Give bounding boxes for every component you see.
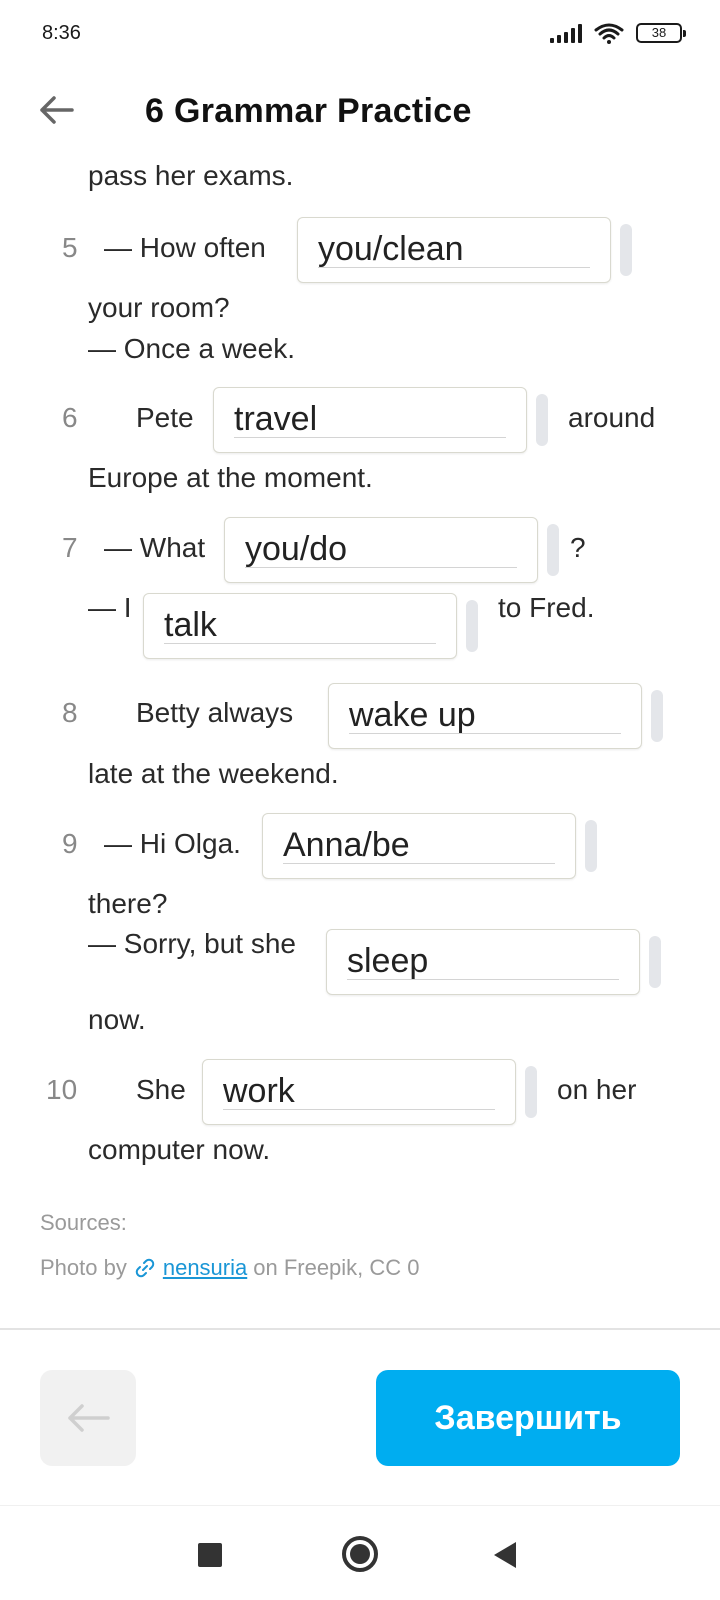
sources-prefix: Photo by — [40, 1255, 127, 1280]
drag-handle[interactable] — [585, 820, 597, 872]
status-icons: 38 — [550, 22, 686, 44]
status-time: 8:36 — [42, 22, 81, 44]
text-line: — What — [104, 532, 206, 563]
answer-value: travel — [234, 400, 318, 438]
text-line: Europe at the moment. — [88, 462, 373, 493]
answer-value: talk — [164, 606, 217, 644]
sources-suffix: on Freepik, CC 0 — [253, 1255, 420, 1280]
answer-field[interactable]: work — [202, 1059, 516, 1125]
text-line: Pete — [136, 402, 194, 433]
item-number: 7 — [62, 532, 78, 563]
system-nav-bar — [0, 1505, 720, 1600]
text-line: ? — [570, 532, 586, 563]
nav-back-icon[interactable] — [494, 1542, 516, 1568]
recent-apps-icon[interactable] — [198, 1543, 222, 1567]
home-icon[interactable] — [342, 1536, 378, 1572]
drag-handle[interactable] — [649, 936, 661, 988]
text-line: — I — [88, 592, 132, 623]
text-line: She — [136, 1074, 186, 1105]
answer-field[interactable]: wake up — [328, 683, 642, 749]
drag-handle[interactable] — [466, 600, 478, 652]
drag-handle[interactable] — [536, 394, 548, 446]
text-line: — Sorry, but she — [88, 928, 297, 959]
arrow-left-icon — [40, 96, 74, 124]
text-line: now. — [88, 1004, 146, 1035]
sources-label: Sources: — [40, 1210, 127, 1235]
answer-value: wake up — [349, 696, 476, 734]
link-icon — [135, 1258, 155, 1278]
text-line: your room? — [88, 292, 230, 323]
back-button[interactable] — [34, 88, 78, 132]
sources-line: Photo by nensuria on Freepik, CC 0 — [40, 1255, 420, 1281]
item-number: 10 — [46, 1074, 78, 1105]
text-line: — Hi Olga. — [104, 828, 241, 859]
page-title: 6 Grammar Practice — [145, 92, 472, 130]
answer-value: Anna/be — [283, 826, 410, 864]
text-line: — Once a week. — [88, 333, 295, 364]
finish-button[interactable]: Завершить — [376, 1370, 680, 1466]
text-line: on her — [557, 1074, 637, 1105]
item-number: 8 — [62, 697, 78, 728]
drag-handle[interactable] — [651, 690, 663, 742]
signal-icon — [550, 23, 582, 43]
answer-field[interactable]: you/clean — [297, 217, 611, 283]
item-number: 5 — [62, 232, 78, 263]
text-line: — How often — [104, 232, 266, 263]
text-line: around — [568, 402, 656, 433]
answer-field[interactable]: sleep — [326, 929, 640, 995]
footer-divider — [0, 1328, 720, 1330]
answer-value: sleep — [347, 942, 429, 980]
answer-field[interactable]: talk — [143, 593, 457, 659]
wifi-icon — [594, 23, 624, 44]
text-line: Betty always — [136, 697, 294, 728]
text-line: late at the weekend. — [88, 758, 339, 789]
arrow-left-icon — [68, 1404, 110, 1432]
header: 6 Grammar Practice — [0, 78, 720, 144]
answer-field[interactable]: you/do — [224, 517, 538, 583]
answer-value: you/clean — [318, 230, 464, 268]
item-number: 6 — [62, 402, 78, 433]
drag-handle[interactable] — [620, 224, 632, 276]
previous-button[interactable] — [40, 1370, 136, 1466]
battery-icon: 38 — [636, 23, 686, 43]
answer-field[interactable]: Anna/be — [262, 813, 576, 879]
drag-handle[interactable] — [525, 1066, 537, 1118]
answer-field[interactable]: travel — [213, 387, 527, 453]
answer-value: you/do — [245, 530, 348, 568]
text-line: computer now. — [88, 1134, 271, 1165]
drag-handle[interactable] — [547, 524, 559, 576]
text-line: there? — [88, 888, 168, 919]
status-bar: 8:36 38 — [0, 0, 720, 70]
text-line: to Fred. — [498, 592, 595, 623]
source-link[interactable]: nensuria — [163, 1255, 247, 1281]
item-number: 9 — [62, 828, 78, 859]
answer-value: work — [223, 1072, 295, 1110]
text-line: pass her exams. — [88, 160, 294, 191]
